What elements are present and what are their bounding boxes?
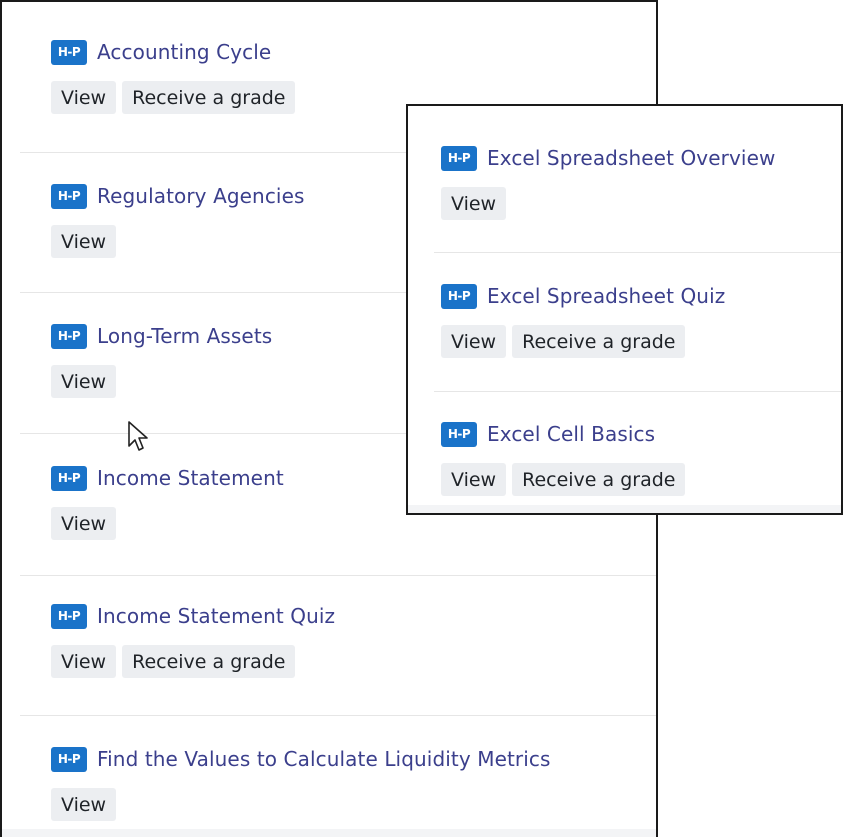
mouse-pointer-icon [128, 421, 148, 451]
excel-activities-panel: H-P Excel Spreadsheet Overview View H-P … [406, 104, 843, 515]
completion-requirements: View Receive a grade [51, 81, 296, 114]
view-badge: View [51, 645, 117, 678]
h5p-icon: H-P [51, 39, 87, 65]
view-badge: View [51, 225, 117, 258]
h5p-icon: H-P [441, 145, 477, 171]
divider [20, 715, 656, 716]
view-badge: View [51, 81, 117, 114]
list-bottom-edge [2, 829, 656, 837]
view-badge: View [51, 507, 117, 540]
completion-requirements: View Receive a grade [51, 645, 296, 678]
h5p-icon: H-P [51, 603, 87, 629]
completion-requirements: View [51, 788, 117, 821]
activity-link-income-statement-quiz[interactable]: Income Statement Quiz [97, 604, 335, 628]
activity-title-row[interactable]: H-P Regulatory Agencies [51, 183, 305, 209]
view-badge: View [441, 463, 507, 496]
completion-requirements: View [51, 507, 117, 540]
h5p-icon: H-P [441, 283, 477, 309]
activity-title-row[interactable]: H-P Accounting Cycle [51, 39, 271, 65]
h5p-icon: H-P [441, 421, 477, 447]
receive-grade-badge: Receive a grade [512, 325, 686, 358]
view-badge: View [51, 788, 117, 821]
list-bottom-edge [408, 505, 841, 513]
h5p-icon: H-P [51, 323, 87, 349]
completion-requirements: View Receive a grade [441, 463, 686, 496]
completion-requirements: View [441, 187, 507, 220]
activity-title-row[interactable]: H-P Excel Spreadsheet Quiz [441, 283, 725, 309]
activity-link-accounting-cycle[interactable]: Accounting Cycle [97, 40, 271, 64]
h5p-icon: H-P [51, 183, 87, 209]
receive-grade-badge: Receive a grade [122, 645, 296, 678]
completion-requirements: View Receive a grade [441, 325, 686, 358]
divider [20, 575, 656, 576]
divider [434, 391, 841, 392]
divider [434, 252, 841, 253]
activity-title-row[interactable]: H-P Find the Values to Calculate Liquidi… [51, 746, 551, 772]
activity-title-row[interactable]: H-P Excel Spreadsheet Overview [441, 145, 775, 171]
h5p-icon: H-P [51, 465, 87, 491]
activity-title-row[interactable]: H-P Excel Cell Basics [441, 421, 655, 447]
receive-grade-badge: Receive a grade [122, 81, 296, 114]
activity-title-row[interactable]: H-P Long-Term Assets [51, 323, 272, 349]
activity-link-income-statement[interactable]: Income Statement [97, 466, 284, 490]
view-badge: View [441, 325, 507, 358]
activity-link-long-term-assets[interactable]: Long-Term Assets [97, 324, 272, 348]
activity-link-regulatory-agencies[interactable]: Regulatory Agencies [97, 184, 305, 208]
activity-link-excel-spreadsheet-quiz[interactable]: Excel Spreadsheet Quiz [487, 284, 725, 308]
receive-grade-badge: Receive a grade [512, 463, 686, 496]
activity-link-excel-spreadsheet-overview[interactable]: Excel Spreadsheet Overview [487, 146, 775, 170]
view-badge: View [441, 187, 507, 220]
completion-requirements: View [51, 365, 117, 398]
view-badge: View [51, 365, 117, 398]
activity-title-row[interactable]: H-P Income Statement Quiz [51, 603, 335, 629]
activity-title-row[interactable]: H-P Income Statement [51, 465, 284, 491]
completion-requirements: View [51, 225, 117, 258]
activity-link-excel-cell-basics[interactable]: Excel Cell Basics [487, 422, 655, 446]
activity-link-liquidity-metrics[interactable]: Find the Values to Calculate Liquidity M… [97, 747, 551, 771]
h5p-icon: H-P [51, 746, 87, 772]
